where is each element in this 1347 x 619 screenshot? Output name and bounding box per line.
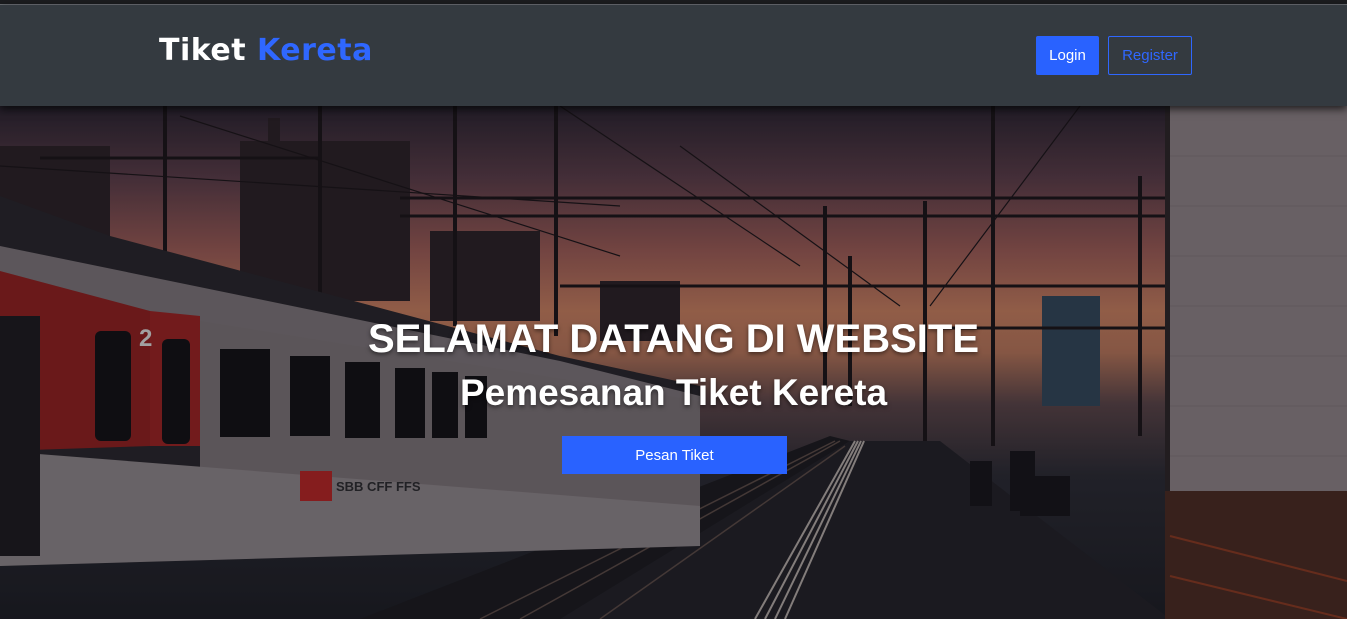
brand-accent-text: Kereta: [257, 33, 373, 68]
navbar: Tiket Kereta Login Register: [0, 5, 1347, 106]
register-button[interactable]: Register: [1108, 36, 1192, 75]
brand-logo[interactable]: Tiket Kereta: [159, 33, 373, 68]
hero-section: SBB CFF FFS 2 SELAMAT DATANG DI WEBSITE …: [0, 106, 1347, 619]
hero-overlay: [0, 106, 1347, 619]
hero-title: SELAMAT DATANG DI WEBSITE: [367, 317, 980, 361]
brand-text: Tiket: [159, 33, 247, 68]
login-button[interactable]: Login: [1036, 36, 1099, 75]
hero-subtitle: Pemesanan Tiket Kereta: [459, 372, 888, 413]
window-top-border: [0, 0, 1347, 5]
pesan-tiket-button[interactable]: Pesan Tiket: [562, 436, 787, 474]
